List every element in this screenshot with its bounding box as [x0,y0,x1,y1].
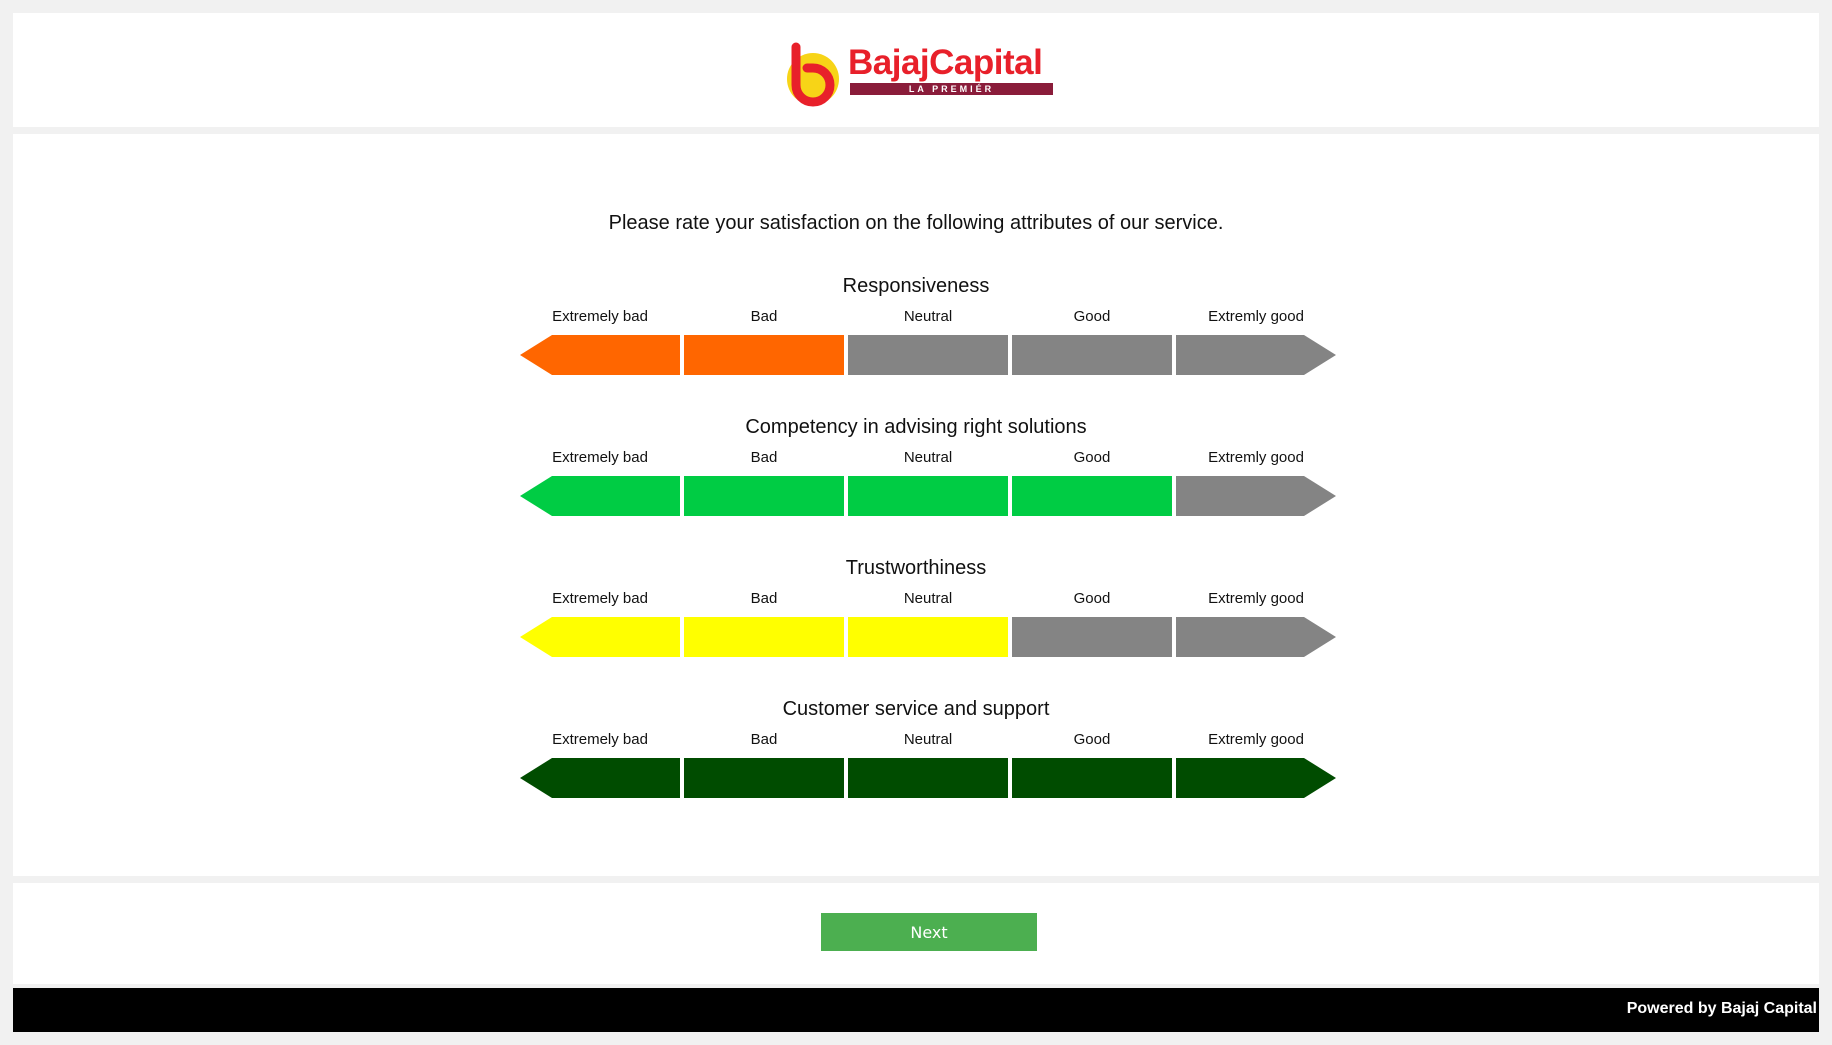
rating-option-label: Extremely bad [552,590,648,607]
rating-option-bar [848,617,1008,657]
rating-option[interactable]: Good [1012,731,1172,807]
rating-question: Responsiveness Extremely bad Bad Neutral Goo… [13,274,1819,394]
rating-option[interactable]: Extremly good [1176,731,1336,807]
rating-option[interactable]: Bad [684,590,844,666]
rating-option-label: Good [1073,449,1111,466]
rating-option-bar [848,476,1008,516]
rating-option-label: Neutral [903,731,953,748]
question-title: Trustworthiness [845,557,987,579]
rating-option-bar [1012,335,1172,375]
rating-option[interactable]: Bad [684,731,844,807]
brand-tagline: LA PREMIÉR [850,83,1053,95]
rating-option-label: Neutral [903,449,953,466]
rating-option-label: Good [1073,308,1111,325]
rating-option-label: Neutral [903,590,953,607]
next-button[interactable]: Next [821,913,1037,951]
rating-option-bar [520,476,680,516]
rating-option-bar [520,335,680,375]
question-title: Competency in advising right solutions [745,416,1087,438]
rating-option[interactable]: Good [1012,449,1172,525]
rating-option-bar [1176,758,1336,798]
rating-option-label: Extremly good [1208,590,1304,607]
rating-option[interactable]: Extremly good [1176,590,1336,666]
rating-option[interactable]: Good [1012,590,1172,666]
rating-option[interactable]: Neutral [848,731,1008,807]
rating-option-bar [1012,617,1172,657]
rating-option[interactable]: Bad [684,449,844,525]
rating-option-bar [848,335,1008,375]
rating-option-label: Bad [750,731,778,748]
rating-option[interactable]: Neutral [848,308,1008,384]
survey-intro: Please rate your satisfaction on the fol… [608,212,1224,234]
rating-option-label: Extremely bad [552,308,648,325]
rating-option[interactable]: Neutral [848,590,1008,666]
rating-scale: Extremely bad Bad Neutral Good Extremly good [520,308,1338,384]
footer: Powered by Bajaj Capital [13,988,1819,1032]
rating-option-label: Extremly good [1208,308,1304,325]
rating-option-bar [684,758,844,798]
rating-option[interactable]: Bad [684,308,844,384]
rating-option-label: Extremely bad [552,449,648,466]
brand-logo: BajajCapital LA PREMIÉR [780,41,1070,111]
rating-question: Trustworthiness Extremely bad Bad Neutral Go… [13,556,1819,676]
rating-option[interactable]: Extremly good [1176,308,1336,384]
action-bar: Next [13,883,1819,984]
rating-option-bar [684,476,844,516]
rating-question: Competency in advising right solutions Ex… [13,415,1819,535]
rating-option-label: Neutral [903,308,953,325]
powered-by-text: Powered by Bajaj Capital [1626,1000,1817,1017]
rating-option-label: Extremly good [1208,731,1304,748]
rating-option-bar [1176,476,1336,516]
rating-option[interactable]: Extremly good [1176,449,1336,525]
rating-option[interactable]: Extremely bad [520,590,680,666]
rating-scale: Extremely bad Bad Neutral Good Extremly good [520,449,1338,525]
rating-option-label: Good [1073,590,1111,607]
rating-question: Customer service and support Extremely ba… [13,697,1819,817]
rating-option-bar [520,617,680,657]
rating-option-bar [1012,758,1172,798]
rating-option-bar [1176,617,1336,657]
rating-option-label: Extremely bad [552,731,648,748]
rating-option-label: Good [1073,731,1111,748]
rating-option-label: Bad [750,308,778,325]
question-title: Responsiveness [842,275,990,297]
rating-option[interactable]: Extremely bad [520,308,680,384]
rating-option-label: Bad [750,590,778,607]
brand-logo-icon [787,42,839,107]
rating-option-bar [520,758,680,798]
rating-option[interactable]: Extremely bad [520,449,680,525]
rating-option-bar [684,617,844,657]
rating-option-bar [1176,335,1336,375]
rating-option-label: Bad [750,449,778,466]
rating-option-bar [848,758,1008,798]
rating-option-label: Extremly good [1208,449,1304,466]
rating-option[interactable]: Extremely bad [520,731,680,807]
rating-option[interactable]: Good [1012,308,1172,384]
brand-wordmark: BajajCapital [848,43,1043,82]
header: BajajCapital LA PREMIÉR [13,13,1819,127]
rating-scale: Extremely bad Bad Neutral Good Extremly good [520,731,1338,807]
question-title: Customer service and support [782,698,1050,720]
rating-option[interactable]: Neutral [848,449,1008,525]
survey-panel: Please rate your satisfaction on the fol… [13,134,1819,876]
rating-option-bar [1012,476,1172,516]
rating-option-bar [684,335,844,375]
rating-scale: Extremely bad Bad Neutral Good Extremly good [520,590,1338,666]
